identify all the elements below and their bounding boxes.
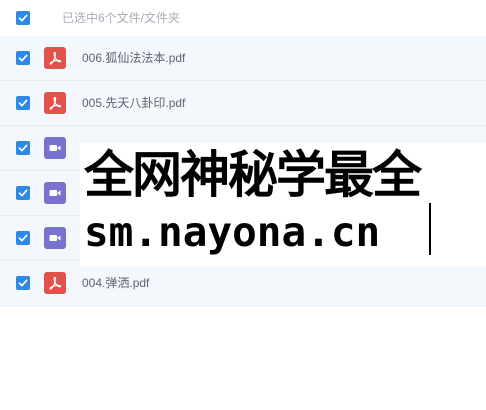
selection-count-text: 已选中6个文件/文件夹 [62, 11, 181, 25]
checkmark-icon [18, 14, 28, 22]
file-checkbox[interactable] [16, 276, 30, 290]
pdf-icon [44, 47, 66, 69]
file-checkbox[interactable] [16, 141, 30, 155]
file-checkbox[interactable] [16, 186, 30, 200]
checkmark-icon [18, 189, 28, 197]
watermark-url: sm.nayona.cn [84, 208, 381, 256]
file-row[interactable]: 004.弹洒.pdf [0, 261, 486, 306]
file-name[interactable]: 004.弹洒.pdf [82, 275, 149, 291]
selection-header: 已选中6个文件/文件夹 [0, 0, 486, 36]
select-all-checkbox[interactable] [16, 11, 30, 25]
file-checkbox[interactable] [16, 231, 30, 245]
file-row[interactable]: 006.狐仙法法本.pdf [0, 36, 486, 81]
file-row[interactable]: 005.先天八卦印.pdf [0, 81, 486, 126]
file-name[interactable]: 005.先天八卦印.pdf [82, 95, 185, 111]
video-icon [44, 182, 66, 204]
checkmark-icon [18, 144, 28, 152]
watermark-title: 全网神秘学最全 [84, 146, 422, 204]
checkmark-icon [18, 279, 28, 287]
watermark-overlay: 全网神秘学最全 sm.nayona.cn [80, 143, 486, 267]
checkmark-icon [18, 54, 28, 62]
text-cursor [429, 203, 431, 255]
file-name[interactable]: 006.狐仙法法本.pdf [82, 50, 185, 66]
pdf-icon [44, 272, 66, 294]
file-checkbox[interactable] [16, 96, 30, 110]
file-checkbox[interactable] [16, 51, 30, 65]
video-icon [44, 137, 66, 159]
checkmark-icon [18, 99, 28, 107]
checkmark-icon [18, 234, 28, 242]
video-icon [44, 227, 66, 249]
pdf-icon [44, 92, 66, 114]
